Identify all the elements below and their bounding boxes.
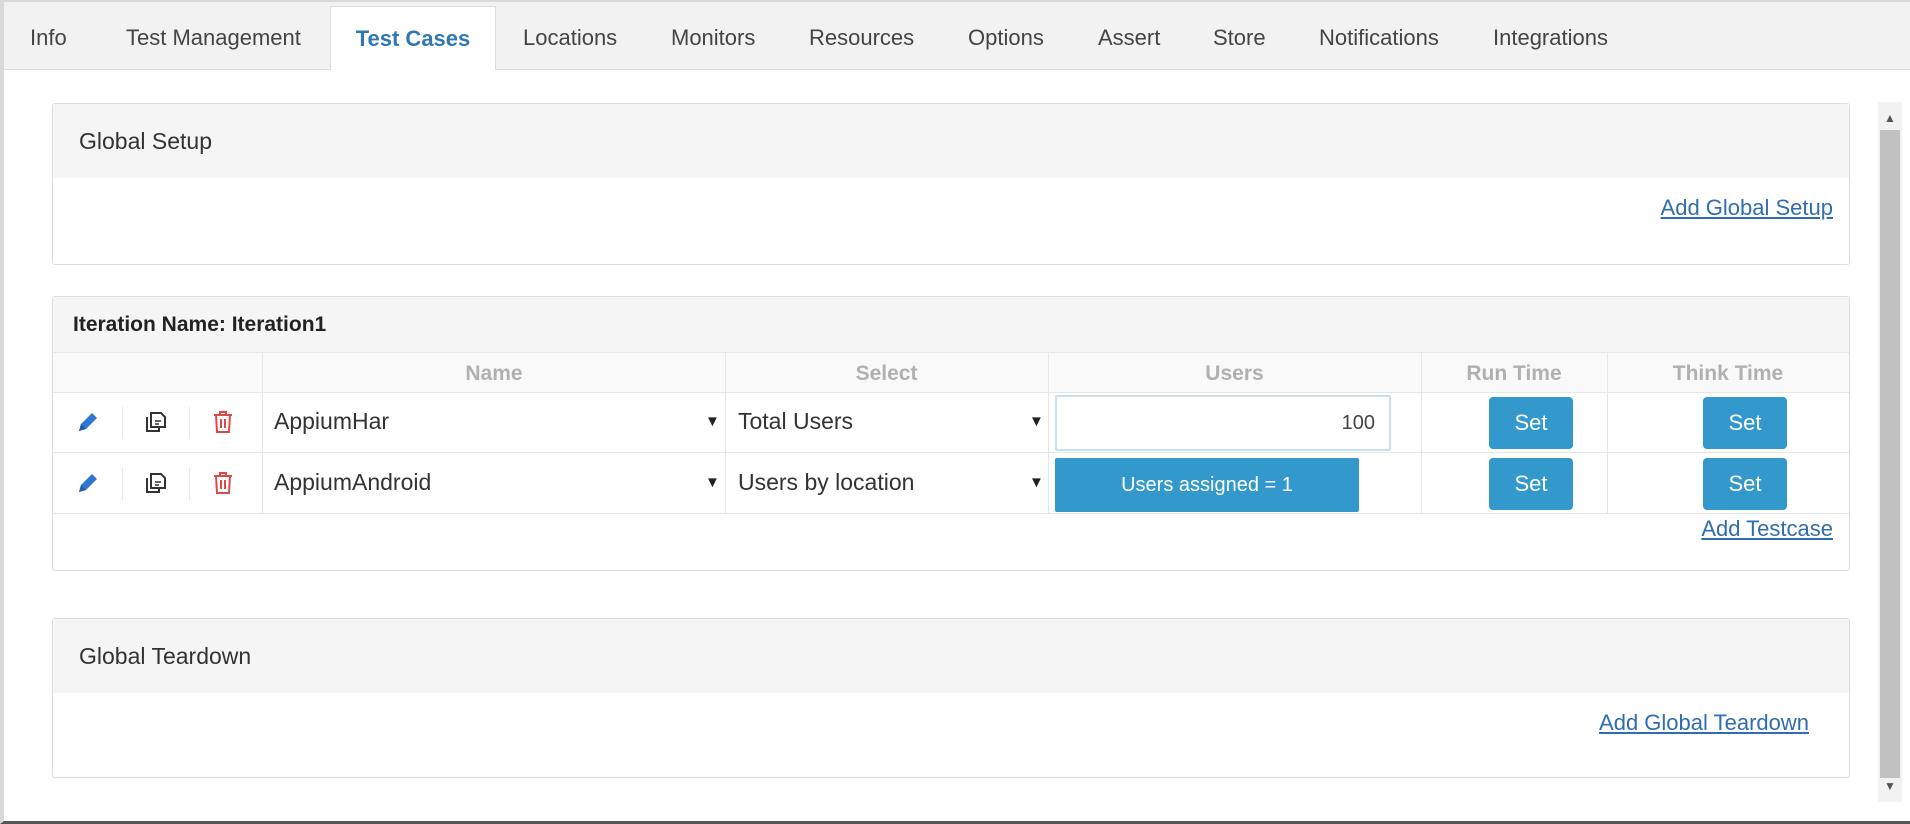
column-header-users: Users	[1205, 362, 1264, 385]
scrollbar-thumb[interactable]	[1880, 130, 1900, 778]
pencil-icon[interactable]	[73, 468, 103, 498]
tab-bar: Info Test Management Test Cases Location…	[4, 2, 1910, 72]
tab-integrations[interactable]: Integrations	[1493, 6, 1608, 70]
column-header-run-time: Run Time	[1466, 362, 1562, 385]
tab-notifications[interactable]: Notifications	[1319, 6, 1439, 70]
global-setup-title: Global Setup	[53, 104, 1849, 178]
add-global-teardown-link[interactable]: Add Global Teardown	[1599, 710, 1809, 736]
trash-icon[interactable]	[208, 468, 238, 498]
scroll-up-icon[interactable]: ▲	[1878, 106, 1902, 130]
iteration-panel: Iteration Name: Iteration1 Name Select U…	[52, 296, 1850, 571]
users-assigned-button[interactable]: Users assigned = 1	[1055, 458, 1359, 512]
tab-test-cases[interactable]: Test Cases	[330, 6, 496, 72]
tab-test-management[interactable]: Test Management	[126, 6, 301, 70]
global-setup-panel: Global Setup Add Global Setup	[52, 103, 1850, 265]
tab-monitors[interactable]: Monitors	[671, 6, 755, 70]
caret-down-icon[interactable]: ▼	[1029, 413, 1044, 430]
column-header-think-time: Think Time	[1672, 362, 1784, 385]
trash-icon[interactable]	[208, 407, 238, 437]
tab-store[interactable]: Store	[1213, 6, 1266, 70]
icon-separator	[122, 468, 123, 500]
table-row: AppiumAndroid ▼ Users by location ▼ User…	[53, 454, 1849, 514]
iteration-title: Iteration Name: Iteration1	[53, 297, 1849, 353]
testcase-name-select[interactable]: AppiumAndroid	[274, 469, 431, 496]
caret-down-icon[interactable]: ▼	[705, 474, 720, 491]
add-global-setup-link[interactable]: Add Global Setup	[1661, 195, 1833, 221]
app-window: Info Test Management Test Cases Location…	[0, 0, 1910, 824]
tab-content: Global Setup Add Global Setup Iteration …	[4, 70, 1910, 821]
icon-separator	[122, 407, 123, 439]
pencil-icon[interactable]	[73, 407, 103, 437]
copy-icon[interactable]	[141, 407, 171, 437]
scroll-down-icon[interactable]: ▼	[1878, 774, 1902, 798]
run-time-set-button[interactable]: Set	[1489, 397, 1573, 449]
table-row: AppiumHar ▼ Total Users ▼ 100 Set Set	[53, 393, 1849, 453]
global-teardown-title: Global Teardown	[53, 619, 1849, 693]
testcase-name-select[interactable]: AppiumHar	[274, 408, 389, 435]
caret-down-icon[interactable]: ▼	[1029, 474, 1044, 491]
run-time-set-button[interactable]: Set	[1489, 458, 1573, 510]
tab-options[interactable]: Options	[968, 6, 1044, 70]
think-time-set-button[interactable]: Set	[1703, 397, 1787, 449]
think-time-set-button[interactable]: Set	[1703, 458, 1787, 510]
column-header-name: Name	[465, 362, 523, 385]
tab-resources[interactable]: Resources	[809, 6, 914, 70]
tab-assert[interactable]: Assert	[1098, 6, 1160, 70]
tab-info[interactable]: Info	[30, 6, 67, 70]
users-mode-select[interactable]: Users by location	[738, 469, 914, 496]
column-header-select: Select	[855, 362, 918, 385]
tab-locations[interactable]: Locations	[523, 6, 617, 70]
global-teardown-panel: Global Teardown Add Global Teardown	[52, 618, 1850, 778]
total-users-input[interactable]: 100	[1055, 395, 1391, 451]
copy-icon[interactable]	[141, 468, 171, 498]
icon-separator	[189, 468, 190, 500]
users-mode-select[interactable]: Total Users	[738, 408, 853, 435]
icon-separator	[189, 407, 190, 439]
caret-down-icon[interactable]: ▼	[705, 413, 720, 430]
add-testcase-link[interactable]: Add Testcase	[1701, 516, 1833, 542]
